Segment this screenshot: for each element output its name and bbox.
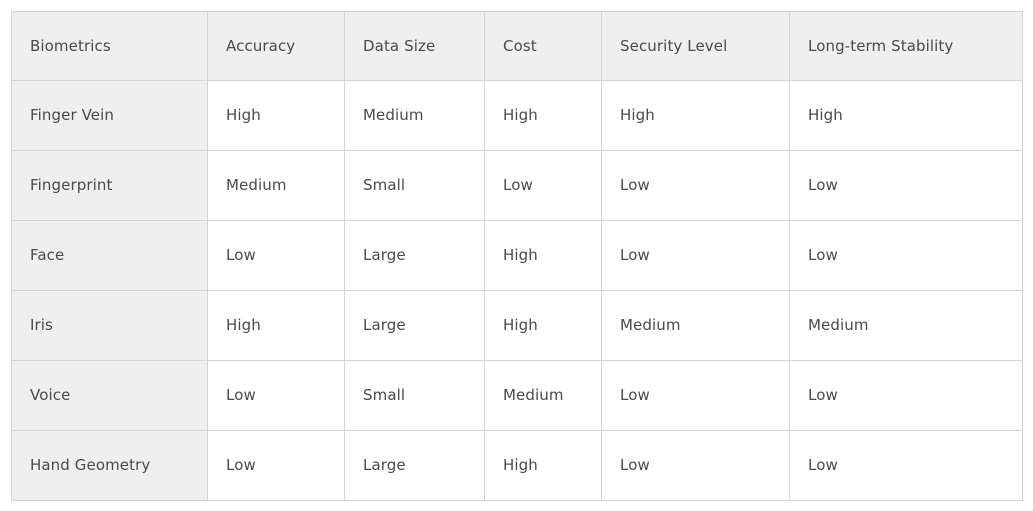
cell-hand-geometry-cost: High [484, 430, 602, 501]
cell-iris-long-term-stability: Medium [789, 290, 1023, 361]
cell-finger-vein-long-term-stability: High [789, 80, 1023, 151]
cell-voice-data-size: Small [344, 360, 485, 431]
cell-voice-cost: Medium [484, 360, 602, 431]
cell-fingerprint-security-level: Low [601, 150, 790, 221]
column-header-accuracy: Accuracy [207, 11, 345, 81]
cell-finger-vein-security-level: High [601, 80, 790, 151]
cell-finger-vein-cost: High [484, 80, 602, 151]
biometrics-comparison-table: Biometrics Accuracy Data Size Cost Secur… [11, 11, 1023, 501]
cell-hand-geometry-security-level: Low [601, 430, 790, 501]
cell-hand-geometry-long-term-stability: Low [789, 430, 1023, 501]
table-row: Face Low Large High Low Low [11, 220, 1023, 291]
cell-face-long-term-stability: Low [789, 220, 1023, 291]
cell-finger-vein-accuracy: High [207, 80, 345, 151]
cell-finger-vein-data-size: Medium [344, 80, 485, 151]
table-row: Iris High Large High Medium Medium [11, 290, 1023, 361]
table-body: Finger Vein High Medium High High High F… [11, 80, 1023, 501]
row-header-finger-vein: Finger Vein [11, 80, 208, 151]
cell-voice-security-level: Low [601, 360, 790, 431]
column-header-security-level: Security Level [601, 11, 790, 81]
table-row: Hand Geometry Low Large High Low Low [11, 430, 1023, 501]
row-header-voice: Voice [11, 360, 208, 431]
row-header-iris: Iris [11, 290, 208, 361]
cell-iris-accuracy: High [207, 290, 345, 361]
cell-hand-geometry-data-size: Large [344, 430, 485, 501]
row-header-hand-geometry: Hand Geometry [11, 430, 208, 501]
table-header-row: Biometrics Accuracy Data Size Cost Secur… [11, 11, 1023, 81]
cell-face-security-level: Low [601, 220, 790, 291]
cell-fingerprint-accuracy: Medium [207, 150, 345, 221]
cell-iris-security-level: Medium [601, 290, 790, 361]
cell-face-cost: High [484, 220, 602, 291]
table-row: Finger Vein High Medium High High High [11, 80, 1023, 151]
cell-iris-data-size: Large [344, 290, 485, 361]
cell-face-data-size: Large [344, 220, 485, 291]
cell-hand-geometry-accuracy: Low [207, 430, 345, 501]
table-row: Fingerprint Medium Small Low Low Low [11, 150, 1023, 221]
cell-face-accuracy: Low [207, 220, 345, 291]
row-header-fingerprint: Fingerprint [11, 150, 208, 221]
table-header: Biometrics Accuracy Data Size Cost Secur… [11, 11, 1023, 81]
column-header-long-term-stability: Long-term Stability [789, 11, 1023, 81]
cell-fingerprint-data-size: Small [344, 150, 485, 221]
cell-voice-long-term-stability: Low [789, 360, 1023, 431]
cell-fingerprint-cost: Low [484, 150, 602, 221]
column-header-cost: Cost [484, 11, 602, 81]
cell-fingerprint-long-term-stability: Low [789, 150, 1023, 221]
cell-voice-accuracy: Low [207, 360, 345, 431]
table-row: Voice Low Small Medium Low Low [11, 360, 1023, 431]
cell-iris-cost: High [484, 290, 602, 361]
row-header-face: Face [11, 220, 208, 291]
column-header-data-size: Data Size [344, 11, 485, 81]
column-header-biometrics: Biometrics [11, 11, 208, 81]
